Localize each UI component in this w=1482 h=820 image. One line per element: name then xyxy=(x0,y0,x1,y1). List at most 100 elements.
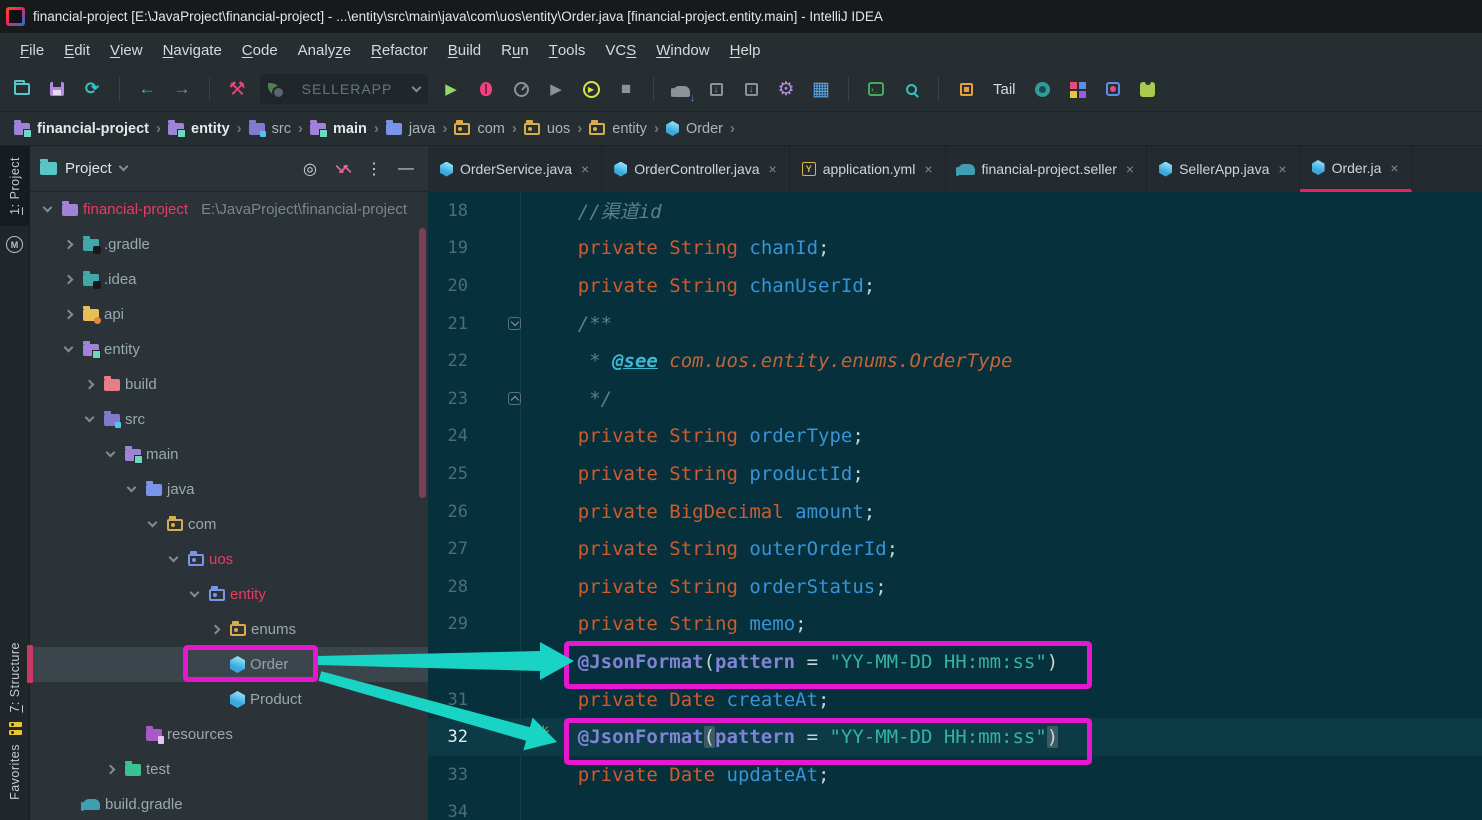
maven-stripe-button[interactable]: M xyxy=(6,236,23,253)
code-line-33[interactable]: 33 private Date updateAt; xyxy=(428,756,1482,794)
tail-plugin-label[interactable]: Tail xyxy=(989,81,1020,98)
code-line-24[interactable]: 24 private String orderType; xyxy=(428,418,1482,456)
panel-title[interactable]: Project xyxy=(65,160,112,177)
menu-build[interactable]: Build xyxy=(438,33,491,67)
chevron-down-icon[interactable] xyxy=(43,203,53,213)
run-with-coverage-button[interactable] xyxy=(509,77,533,101)
gradle-sync-button[interactable]: ↓ xyxy=(669,77,693,101)
panel-options-button[interactable]: ⋮ xyxy=(362,159,386,179)
menu-run[interactable]: Run xyxy=(491,33,539,67)
tool-window-button-favorites[interactable]: Favorites xyxy=(8,744,22,800)
tree-item-api[interactable]: api xyxy=(30,297,428,332)
tree-item-entity[interactable]: entity xyxy=(30,332,428,367)
menu-refactor[interactable]: Refactor xyxy=(361,33,438,67)
open-folder-button[interactable] xyxy=(10,77,34,101)
menu-vcs[interactable]: VCS xyxy=(595,33,646,67)
download-dependencies-button[interactable]: ↓ xyxy=(739,77,763,101)
chevron-down-icon[interactable] xyxy=(190,588,200,598)
menu-code[interactable]: Code xyxy=(232,33,288,67)
editor-tab-sellerapp-java[interactable]: SellerApp.java× xyxy=(1147,146,1299,192)
close-icon[interactable]: × xyxy=(1278,161,1286,177)
editor-tab-financial-project-seller[interactable]: financial-project.seller× xyxy=(946,146,1148,192)
chevron-down-icon[interactable] xyxy=(169,553,179,563)
menu-file[interactable]: File xyxy=(10,33,54,67)
build-project-button[interactable]: ⚒ xyxy=(225,77,249,101)
close-icon[interactable]: × xyxy=(581,161,589,177)
save-all-button[interactable] xyxy=(45,77,69,101)
tree-item-src[interactable]: src xyxy=(30,402,428,437)
plugins-button[interactable] xyxy=(1136,77,1160,101)
code-line-30[interactable]: 30 @JsonFormat(pattern = "YY-MM-DD HH:mm… xyxy=(428,643,1482,681)
tree-item-java[interactable]: java xyxy=(30,472,428,507)
breadcrumb-item-order[interactable]: Order xyxy=(666,121,723,137)
breadcrumb-item-com[interactable]: com xyxy=(454,121,504,137)
code-line-23[interactable]: 23 */ xyxy=(428,380,1482,418)
profile-button[interactable]: ▶ xyxy=(544,77,568,101)
locate-file-button[interactable]: ◎ xyxy=(298,159,322,179)
close-icon[interactable]: × xyxy=(924,161,932,177)
code-line-21[interactable]: 21 /** xyxy=(428,305,1482,343)
code-line-19[interactable]: 19 private String chanId; xyxy=(428,230,1482,268)
close-icon[interactable]: × xyxy=(1390,160,1398,176)
tree-item--idea[interactable]: .idea xyxy=(30,262,428,297)
tree-item-product[interactable]: Product xyxy=(30,682,428,717)
code-line-31[interactable]: 31 private Date createAt; xyxy=(428,681,1482,719)
menu-navigate[interactable]: Navigate xyxy=(153,33,232,67)
menu-view[interactable]: View xyxy=(100,33,153,67)
fold-marker-icon[interactable] xyxy=(508,392,521,405)
chevron-right-icon[interactable] xyxy=(211,625,221,635)
terminal-button[interactable]: ›_ xyxy=(864,77,888,101)
collapse-all-button[interactable]: ↘↖ xyxy=(330,161,354,177)
menu-analyze[interactable]: Analyze xyxy=(288,33,361,67)
chevron-right-icon[interactable] xyxy=(106,765,116,775)
run-configuration-select[interactable]: SELLERAPP xyxy=(260,74,428,104)
tree-item--gradle[interactable]: .gradle xyxy=(30,227,428,262)
tree-item-financial-project[interactable]: financial-projectE:\JavaProject\financia… xyxy=(30,192,428,227)
chevron-right-icon[interactable] xyxy=(64,275,74,285)
breadcrumb-item-java[interactable]: java xyxy=(386,121,436,137)
breadcrumb-item-entity[interactable]: entity xyxy=(168,121,230,137)
breadcrumb-item-src[interactable]: src xyxy=(249,121,291,137)
tree-item-enums[interactable]: enums xyxy=(30,612,428,647)
menu-help[interactable]: Help xyxy=(720,33,771,67)
tree-item-uos[interactable]: uos xyxy=(30,542,428,577)
breadcrumb-item-financial-project[interactable]: financial-project xyxy=(14,121,149,137)
code-line-22[interactable]: 22 * @see com.uos.entity.enums.OrderType xyxy=(428,342,1482,380)
hide-panel-button[interactable]: — xyxy=(394,160,418,178)
breadcrumb-item-uos[interactable]: uos xyxy=(524,121,570,137)
search-everywhere-button[interactable] xyxy=(899,77,923,101)
chevron-down-icon[interactable] xyxy=(118,162,128,172)
settings-button[interactable]: ⚙ xyxy=(774,77,798,101)
editor-tab-order-ja[interactable]: Order.ja× xyxy=(1300,146,1412,192)
chevron-down-icon[interactable] xyxy=(106,448,116,458)
fold-marker-icon[interactable] xyxy=(508,317,521,330)
editor-tab-orderservice-java[interactable]: OrderService.java× xyxy=(428,146,602,192)
editor-tab-application-yml[interactable]: Yapplication.yml× xyxy=(790,146,946,192)
rerun-button[interactable]: ▶ xyxy=(579,77,603,101)
tool-window-button-structure[interactable]: 7: Structure xyxy=(8,642,22,713)
download-sources-button[interactable]: ↓ xyxy=(704,77,728,101)
forward-button[interactable]: → xyxy=(170,77,194,101)
chevron-right-icon[interactable] xyxy=(85,380,95,390)
tree-item-main[interactable]: main xyxy=(30,437,428,472)
menu-window[interactable]: Window xyxy=(646,33,719,67)
run-button[interactable]: ▶ xyxy=(439,77,463,101)
chevron-down-icon[interactable] xyxy=(85,413,95,423)
tree-item-resources[interactable]: resources xyxy=(30,717,428,752)
code-line-20[interactable]: 20 private String chanUserId; xyxy=(428,267,1482,305)
code-line-27[interactable]: 27 private String outerOrderId; xyxy=(428,530,1482,568)
back-button[interactable]: ← xyxy=(135,77,159,101)
code-line-18[interactable]: 18 //渠道id xyxy=(428,192,1482,230)
code-line-25[interactable]: 25 private String productId; xyxy=(428,455,1482,493)
attach-debugger-button[interactable] xyxy=(954,77,978,101)
chevron-right-icon[interactable] xyxy=(64,240,74,250)
database-plugin-button[interactable] xyxy=(1101,77,1125,101)
tree-item-entity[interactable]: entity xyxy=(30,577,428,612)
menu-tools[interactable]: Tools xyxy=(539,33,596,67)
tree-item-com[interactable]: com xyxy=(30,507,428,542)
tree-scrollbar[interactable] xyxy=(419,228,426,498)
code-line-29[interactable]: 29 private String memo; xyxy=(428,606,1482,644)
chevron-down-icon[interactable] xyxy=(64,343,74,353)
close-icon[interactable]: × xyxy=(1126,161,1134,177)
debug-button[interactable] xyxy=(474,77,498,101)
